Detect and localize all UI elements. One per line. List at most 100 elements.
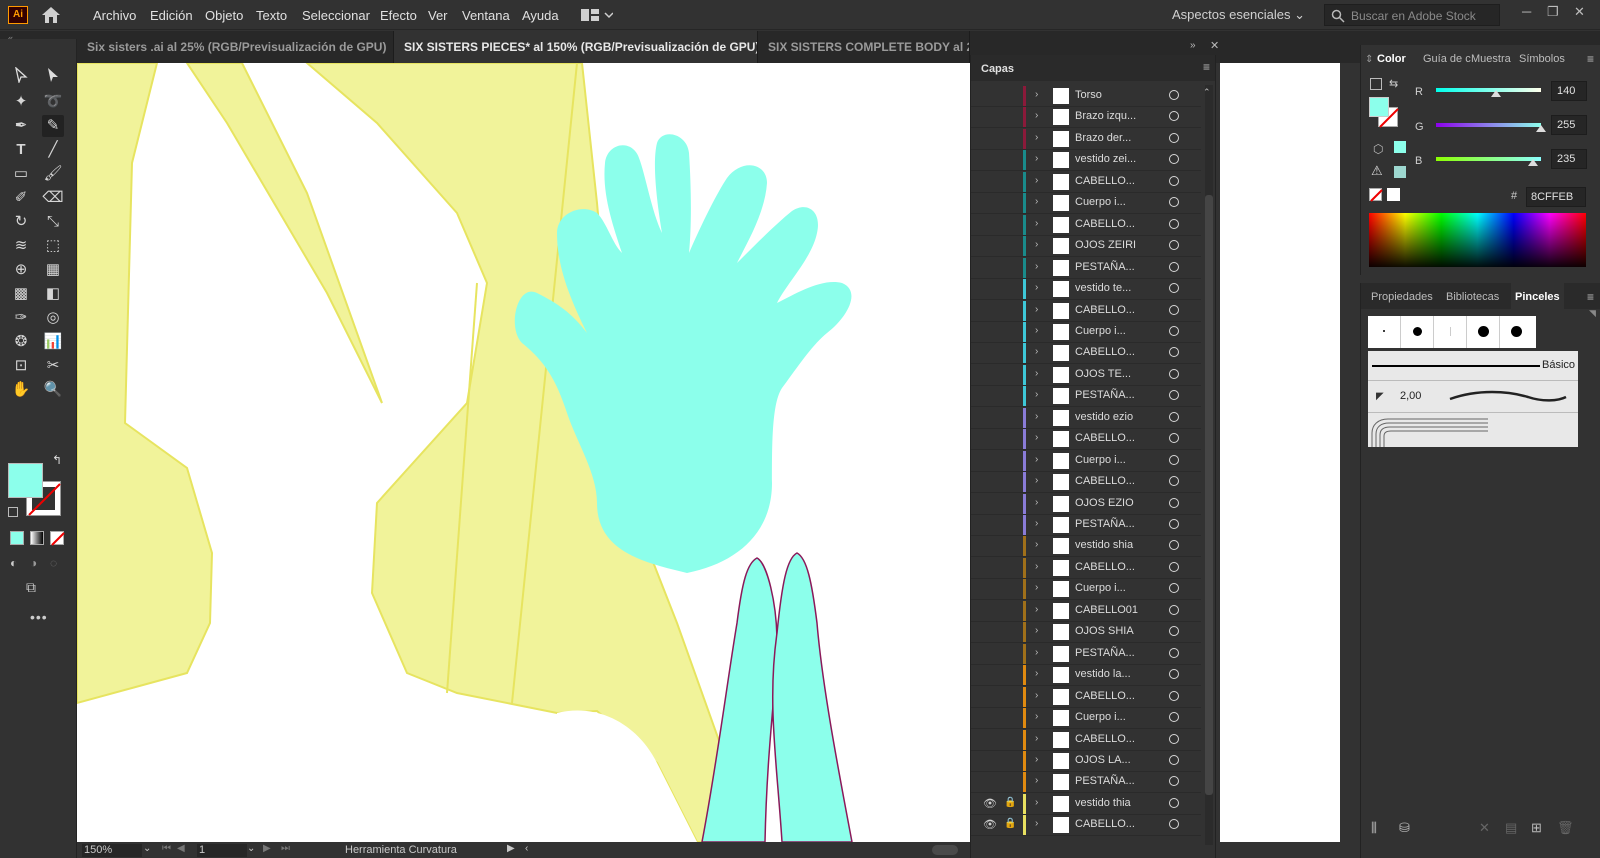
column-graph-tool-icon[interactable]: 📊 [42, 331, 64, 353]
layer-name[interactable]: Cuerpo i... [1075, 582, 1126, 594]
menu-archivo[interactable]: Archivo [93, 8, 136, 23]
layer-row[interactable]: › PESTAÑA... [971, 385, 1201, 408]
layer-target-icon[interactable] [1169, 476, 1179, 487]
menu-objeto[interactable]: Objeto [205, 8, 243, 23]
layer-row[interactable]: › Brazo der... [971, 128, 1201, 150]
slice-tool-icon[interactable]: ✂ [42, 355, 64, 377]
layer-name[interactable]: PESTAÑA... [1075, 775, 1135, 787]
previous-artboard-icon[interactable]: ◀ [177, 843, 185, 854]
layer-name[interactable]: Cuerpo i... [1075, 711, 1126, 723]
close-icon[interactable]: ✕ [1574, 4, 1585, 20]
scroll-left-icon[interactable]: ‹ [525, 843, 528, 854]
expand-chevron-icon[interactable]: › [1035, 775, 1038, 786]
layer-target-icon[interactable] [1169, 776, 1179, 787]
brush-preset[interactable] [1434, 316, 1467, 348]
hex-value-field[interactable]: 8CFFEB [1526, 187, 1586, 207]
layer-target-icon[interactable] [1169, 583, 1179, 594]
type-tool-icon[interactable]: T [10, 139, 32, 161]
layer-name[interactable]: CABELLO... [1075, 432, 1135, 444]
layer-name[interactable]: CABELLO01 [1075, 604, 1138, 616]
layer-row[interactable]: 👁 🔒 › vestido thia [971, 793, 1201, 815]
layer-name[interactable]: CABELLO... [1075, 346, 1135, 358]
workspace-switcher-icon[interactable] [581, 8, 613, 22]
layer-target-icon[interactable] [1169, 132, 1179, 143]
swap-colors-icon[interactable]: ↰ [52, 453, 62, 467]
expand-chevron-icon[interactable]: › [1035, 518, 1038, 529]
layer-row[interactable]: › OJOS EZIO [971, 493, 1201, 515]
free-transform-tool-icon[interactable]: ⬚ [42, 235, 64, 257]
tab-brushes[interactable]: Pinceles [1511, 283, 1564, 309]
layer-target-icon[interactable] [1169, 175, 1179, 186]
color-panel-fill-swatch[interactable] [1369, 97, 1389, 117]
tab-color-guide[interactable]: Guía de c [1423, 53, 1471, 65]
menu-ayuda[interactable]: Ayuda [522, 8, 559, 23]
layer-row[interactable]: › OJOS SHIA [971, 621, 1201, 644]
green-slider-handle[interactable] [1536, 125, 1546, 132]
layer-name[interactable]: vestido ezio [1075, 411, 1133, 423]
zoom-tool-icon[interactable]: 🔍 [42, 379, 64, 401]
layer-name[interactable]: vestido te... [1075, 282, 1131, 294]
brush-preset[interactable] [1368, 316, 1401, 348]
expand-chevron-icon[interactable]: › [1035, 132, 1038, 143]
layer-target-icon[interactable] [1169, 347, 1179, 358]
draw-inside-icon[interactable]: ◌ [50, 556, 57, 570]
brush-libraries-icon[interactable]: ⫼ [1371, 820, 1377, 836]
none-color-icon[interactable] [1369, 188, 1383, 202]
layer-target-icon[interactable] [1169, 197, 1179, 208]
layer-name[interactable]: CABELLO... [1075, 561, 1135, 573]
expand-chevron-icon[interactable]: › [1035, 475, 1038, 486]
layer-row[interactable]: › vestido te... [971, 278, 1201, 301]
red-value-field[interactable]: 140 [1551, 81, 1587, 101]
lasso-tool-icon[interactable]: ➰ [42, 91, 64, 113]
layer-target-icon[interactable] [1169, 519, 1179, 529]
expand-chevron-icon[interactable]: › [1035, 625, 1038, 636]
expand-chevron-icon[interactable]: › [1035, 411, 1038, 422]
expand-chevron-icon[interactable]: › [1035, 432, 1038, 443]
width-tool-icon[interactable]: ≋ [10, 235, 32, 257]
red-slider[interactable] [1436, 88, 1541, 97]
layer-target-icon[interactable] [1169, 411, 1179, 422]
panel-menu-icon[interactable]: ≡ [1587, 52, 1594, 66]
layer-name[interactable]: Cuerpo i... [1075, 454, 1126, 466]
layer-row[interactable]: › PESTAÑA... [971, 643, 1201, 665]
tabs-overflow-icon[interactable]: » [1190, 40, 1196, 51]
gamut-warning-icon[interactable]: ⚠ [1371, 163, 1383, 179]
chevron-down-icon[interactable]: ⌄ [143, 843, 151, 854]
expand-chevron-icon[interactable]: › [1035, 175, 1038, 186]
tab-six-sisters[interactable]: Six sisters .ai al 25% (RGB/Previsualiza… [77, 31, 394, 63]
mesh-tool-icon[interactable]: ▩ [10, 283, 32, 305]
tab-six-sisters-complete-body[interactable]: SIX SISTERS COMPLETE BODY al 23,4 [758, 31, 970, 63]
green-value-field[interactable]: 255 [1551, 115, 1587, 135]
swap-fill-stroke-icon[interactable]: ⇆ [1389, 77, 1398, 90]
expand-chevron-icon[interactable]: › [1035, 110, 1038, 121]
layer-row[interactable]: › Cuerpo i... [971, 192, 1201, 215]
brush-preset[interactable] [1401, 316, 1434, 348]
horizontal-scrollbar-thumb[interactable] [932, 845, 958, 855]
next-artboard-icon[interactable]: ▶ [263, 843, 271, 854]
expand-chevron-icon[interactable]: › [1035, 668, 1038, 679]
color-spectrum[interactable] [1369, 213, 1586, 267]
layer-target-icon[interactable] [1169, 797, 1179, 808]
expand-chevron-icon[interactable]: › [1035, 261, 1038, 272]
layer-name[interactable]: CABELLO... [1075, 218, 1135, 230]
layer-target-icon[interactable] [1169, 626, 1179, 637]
lock-icon[interactable]: 🔒 [1004, 797, 1016, 808]
tab-color[interactable]: Color [1377, 53, 1406, 65]
menu-ventana[interactable]: Ventana [462, 8, 510, 23]
expand-chevron-icon[interactable]: › [1035, 454, 1038, 465]
layer-row[interactable]: › OJOS LA... [971, 750, 1201, 772]
layer-name[interactable]: PESTAÑA... [1075, 647, 1135, 659]
layer-name[interactable]: vestido la... [1075, 668, 1131, 680]
stock-search-input[interactable]: Buscar en Adobe Stock [1324, 4, 1500, 26]
tab-six-sisters-pieces[interactable]: SIX SISTERS PIECES* al 150% (RGB/Previsu… [394, 31, 758, 63]
brush-basic[interactable]: Básico [1368, 351, 1578, 381]
layer-target-icon[interactable] [1169, 283, 1179, 294]
blue-slider[interactable] [1436, 157, 1541, 166]
expand-chevron-icon[interactable]: › [1035, 711, 1038, 722]
layer-target-icon[interactable] [1169, 368, 1179, 379]
layer-name[interactable]: CABELLO... [1075, 175, 1135, 187]
layer-row[interactable]: › CABELLO... [971, 428, 1201, 451]
layer-name[interactable]: PESTAÑA... [1075, 261, 1135, 273]
layer-row[interactable]: › Cuerpo i... [971, 707, 1201, 730]
layer-name[interactable]: PESTAÑA... [1075, 518, 1135, 530]
